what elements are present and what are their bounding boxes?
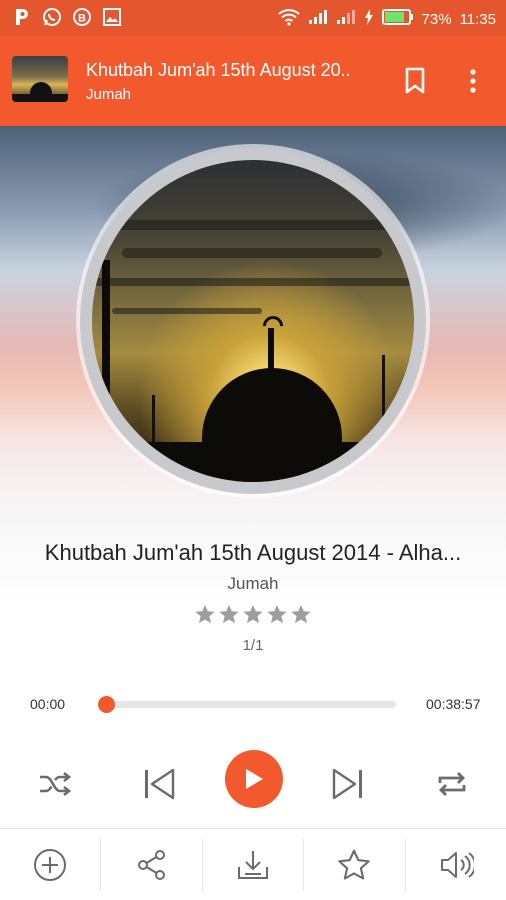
app-bar-title: Khutbah Jum'ah 15th August 20.. bbox=[86, 60, 351, 80]
bottom-action-bar bbox=[0, 829, 506, 900]
cloud-band bbox=[112, 308, 262, 314]
star-icon[interactable] bbox=[266, 603, 288, 625]
pole-silhouette bbox=[102, 260, 110, 450]
repeat-button[interactable] bbox=[426, 758, 478, 810]
bookmark-icon bbox=[405, 67, 425, 94]
b-app-icon: B bbox=[72, 7, 92, 27]
status-bar: B 73% 11:35 bbox=[0, 0, 506, 36]
download-button[interactable] bbox=[203, 829, 303, 900]
wifi-icon bbox=[277, 8, 300, 30]
play-icon bbox=[246, 769, 263, 789]
cloud-band bbox=[122, 248, 382, 258]
more-vertical-icon bbox=[470, 69, 476, 93]
cloud-band bbox=[92, 278, 412, 286]
whatsapp-icon bbox=[42, 7, 62, 27]
seek-bar[interactable] bbox=[98, 696, 396, 713]
tree-silhouette bbox=[152, 395, 155, 445]
star-icon[interactable] bbox=[194, 603, 216, 625]
total-duration: 00:38:57 bbox=[426, 696, 481, 712]
star-icon[interactable] bbox=[290, 603, 312, 625]
star-icon[interactable] bbox=[218, 603, 240, 625]
volume-button[interactable] bbox=[406, 829, 506, 900]
battery-percent: 73% bbox=[421, 10, 452, 28]
album-art[interactable] bbox=[80, 148, 426, 494]
tree-silhouette bbox=[382, 355, 385, 445]
next-icon bbox=[332, 768, 362, 800]
repeat-icon bbox=[438, 772, 466, 796]
previous-icon bbox=[145, 768, 175, 800]
battery-icon bbox=[381, 9, 414, 29]
add-to-playlist-button[interactable] bbox=[0, 829, 100, 900]
favorite-star-icon bbox=[338, 849, 371, 880]
status-indicators: 73% 11:35 bbox=[277, 8, 496, 30]
clock: 11:35 bbox=[459, 10, 496, 28]
shuffle-button[interactable] bbox=[29, 758, 81, 810]
share-button[interactable] bbox=[101, 829, 201, 900]
album-art-image bbox=[92, 160, 414, 482]
play-button[interactable] bbox=[225, 750, 283, 808]
playback-controls bbox=[0, 748, 506, 818]
signal-icon-1 bbox=[308, 9, 328, 29]
add-to-playlist-icon bbox=[34, 848, 67, 881]
app-bar: Khutbah Jum'ah 15th August 20.. Jumah bbox=[0, 36, 506, 126]
favorite-button[interactable] bbox=[304, 829, 404, 900]
thumbnail-ground bbox=[12, 94, 68, 102]
previous-button[interactable] bbox=[133, 758, 185, 810]
track-album: Jumah bbox=[227, 574, 279, 593]
signal-icon-2 bbox=[336, 9, 356, 29]
download-icon bbox=[238, 850, 269, 879]
album-art-thumbnail[interactable] bbox=[12, 56, 68, 102]
p-app-icon bbox=[12, 7, 32, 27]
seek-thumb[interactable] bbox=[98, 696, 115, 713]
next-button[interactable] bbox=[322, 758, 374, 810]
share-icon bbox=[137, 849, 165, 880]
minaret-shape bbox=[268, 328, 274, 372]
track-title: Khutbah Jum'ah 15th August 2014 - Alha..… bbox=[44, 540, 462, 565]
queue-position: 1/1 bbox=[242, 637, 264, 654]
notification-icons: B bbox=[12, 7, 122, 27]
rating-stars[interactable] bbox=[0, 603, 506, 625]
charging-icon bbox=[364, 9, 374, 29]
svg-text:B: B bbox=[78, 13, 86, 25]
elapsed-time: 00:00 bbox=[30, 696, 66, 712]
volume-icon bbox=[440, 851, 474, 878]
cloud-band bbox=[102, 220, 402, 230]
app-bar-subtitle: Jumah bbox=[86, 86, 132, 103]
image-icon bbox=[102, 7, 122, 27]
shuffle-icon bbox=[40, 771, 72, 797]
bookmark-button[interactable] bbox=[398, 64, 432, 98]
more-options-button[interactable] bbox=[456, 64, 490, 98]
star-icon[interactable] bbox=[242, 603, 264, 625]
ground-silhouette bbox=[92, 442, 414, 482]
